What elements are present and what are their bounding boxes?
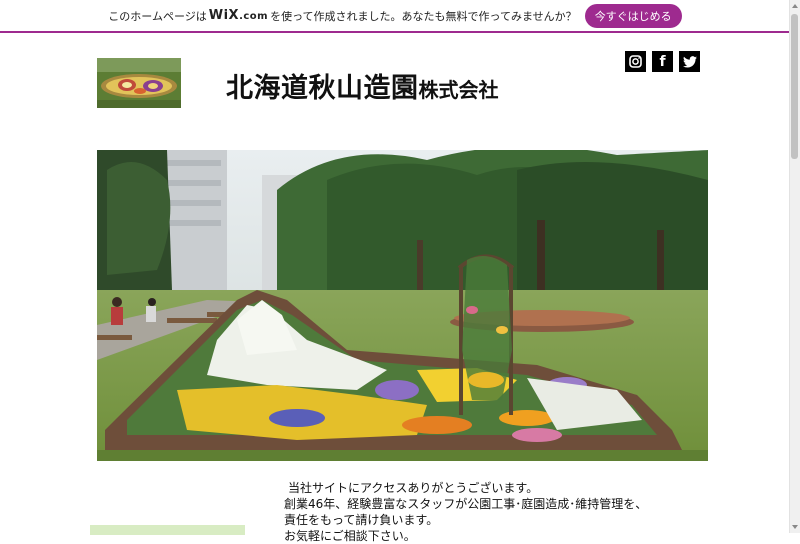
- scrollbar-thumb[interactable]: [791, 14, 798, 159]
- facebook-icon[interactable]: f: [652, 51, 673, 72]
- site-title-sub: 株式会社: [418, 78, 499, 102]
- hero-image: [97, 150, 708, 461]
- logo-image[interactable]: [97, 58, 181, 108]
- scroll-down-arrow[interactable]: [792, 525, 798, 529]
- scrollbar[interactable]: [789, 0, 800, 533]
- social-links: f: [625, 51, 700, 72]
- site-title: 北海道秋山造園株式会社: [226, 66, 499, 105]
- scroll-up-arrow[interactable]: [792, 4, 798, 8]
- wix-banner-prefix: このホームページは: [108, 9, 207, 23]
- twitter-icon[interactable]: [679, 51, 700, 72]
- wix-banner: このホームページは WiX.com を使って作成されました。あなたも無料で作って…: [0, 0, 790, 33]
- start-now-button[interactable]: 今すぐはじめる: [584, 3, 682, 28]
- instagram-icon[interactable]: [625, 51, 646, 72]
- intro-line-4: お気軽にご相談下さい。: [284, 529, 416, 543]
- wix-logo[interactable]: WiX.com: [209, 8, 268, 23]
- wix-banner-suffix: を使って作成されました。あなたも無料で作ってみませんか？: [270, 9, 577, 23]
- intro-line-1: 当社サイトにアクセスありがとうございます。: [288, 481, 539, 495]
- side-box: [90, 525, 245, 535]
- site-title-main: 北海道秋山造園: [226, 73, 419, 104]
- intro-line-3: 責任をもって請け負います。: [284, 513, 439, 527]
- intro-line-2: 創業46年、経験豊富なスタッフが公園工事･庭園造成･維持管理を、: [284, 497, 648, 511]
- intro-text: 当社サイトにアクセスありがとうございます。 創業46年、経験豊富なスタッフが公園…: [284, 480, 704, 544]
